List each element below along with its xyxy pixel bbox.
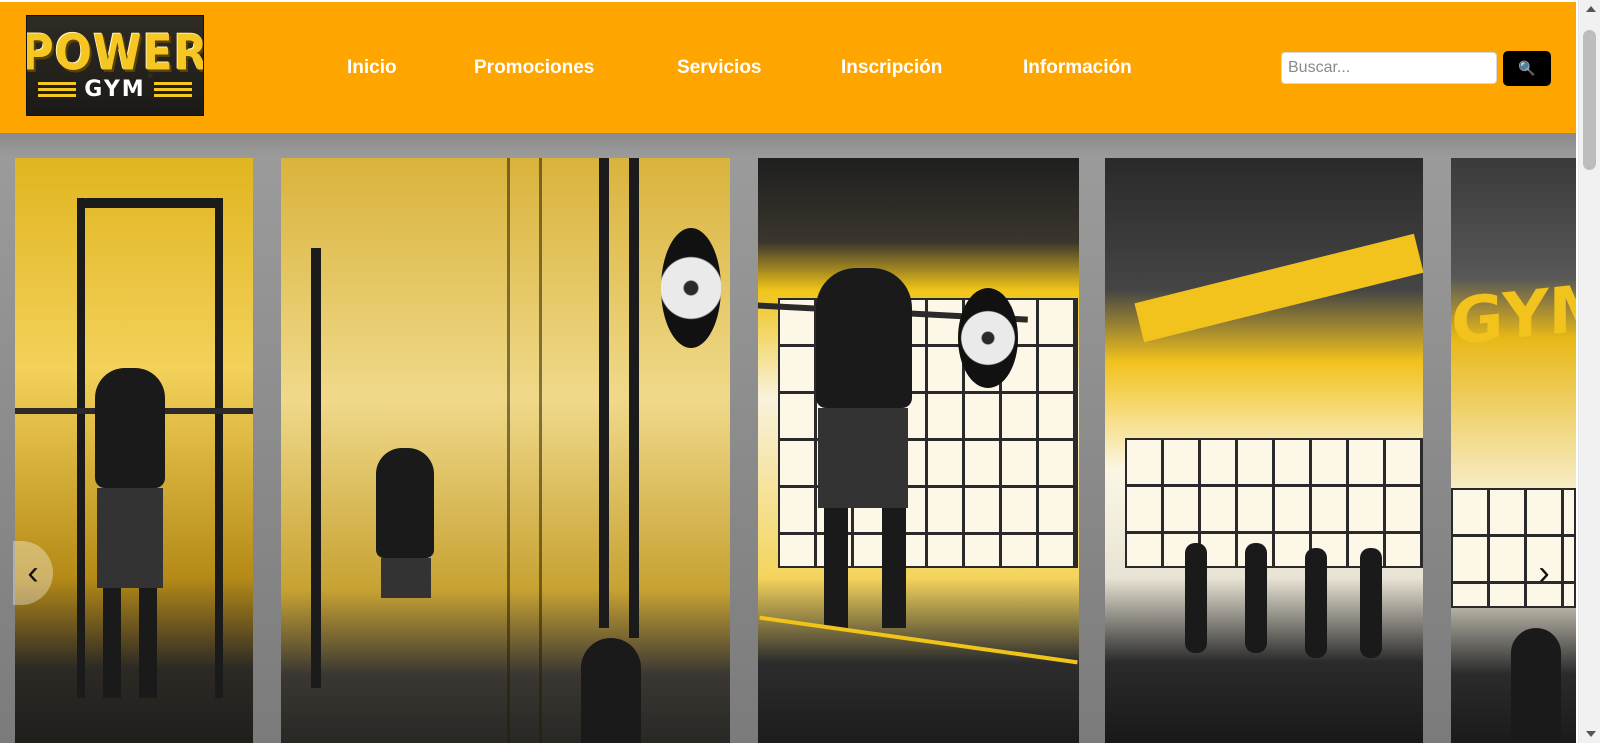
athlete-leg: [139, 588, 157, 698]
runner-figure: [1305, 548, 1327, 658]
carousel-slide-1: [15, 158, 253, 743]
rack-post: [215, 198, 223, 698]
search-input[interactable]: [1281, 52, 1497, 84]
scroll-down-arrow-icon[interactable]: [1586, 731, 1596, 737]
weight-plate: [958, 288, 1018, 388]
page-scrollbar[interactable]: [1578, 0, 1600, 743]
panel-divider: [539, 158, 542, 743]
carousel-next-button[interactable]: ›: [1524, 541, 1564, 605]
panel-divider: [507, 158, 510, 743]
logo-main-text: POWER: [26, 24, 204, 82]
carousel-slide-5: GYM: [1451, 158, 1576, 743]
athlete-leg: [103, 588, 121, 698]
nav-item-informacion[interactable]: Información: [1023, 57, 1132, 79]
hero-carousel: GYM ‹ ›: [0, 133, 1576, 743]
athlete-figure: [376, 448, 434, 558]
nav-item-servicios[interactable]: Servicios: [677, 57, 762, 79]
squat-rack: [629, 158, 639, 638]
search-icon: 🔍: [1518, 60, 1536, 76]
power-gym-logo[interactable]: POWER GYM: [26, 15, 204, 116]
dumbbell-rack: [311, 248, 321, 688]
page: POWER GYM Inicio Promociones Servicios I…: [0, 0, 1600, 743]
athlete-shorts: [97, 488, 163, 588]
athlete-leg: [824, 508, 848, 628]
nav-item-inscripcion[interactable]: Inscripción: [841, 57, 942, 79]
nav-item-promociones[interactable]: Promociones: [474, 57, 594, 79]
athlete-figure: [816, 268, 912, 408]
athlete-figure: [95, 368, 165, 488]
carousel-slide-2: [281, 158, 730, 743]
logo-stripes-left: [38, 82, 77, 97]
chevron-left-icon: ‹: [27, 553, 39, 592]
scroll-up-arrow-icon[interactable]: [1586, 6, 1596, 12]
runner-figure: [1360, 548, 1382, 658]
nav-item-inicio[interactable]: Inicio: [347, 57, 397, 79]
athlete-figure: [1511, 628, 1561, 743]
carousel-slide-4: [1105, 158, 1423, 743]
squat-rack: [599, 158, 609, 628]
scroll-thumb[interactable]: [1583, 30, 1596, 170]
logo-sub-text: GYM: [84, 76, 146, 102]
rack-post: [77, 198, 85, 698]
carousel-slide-3: [758, 158, 1079, 743]
athlete-shorts: [818, 408, 908, 508]
logo-stripes-right: [153, 82, 192, 97]
window: [1125, 438, 1423, 568]
site-header: POWER GYM Inicio Promociones Servicios I…: [0, 2, 1576, 133]
runner-figure: [1245, 543, 1267, 653]
logo-sub-row: GYM: [38, 76, 192, 102]
athlete-shorts: [381, 558, 431, 598]
search-button[interactable]: 🔍: [1503, 51, 1551, 86]
athlete-leg: [882, 508, 906, 628]
weight-plate: [661, 228, 721, 348]
runner-figure: [1185, 543, 1207, 653]
slide-background: [281, 158, 730, 743]
athlete-figure: [581, 638, 641, 743]
chevron-right-icon: ›: [1538, 553, 1550, 592]
rack-top: [77, 198, 223, 208]
